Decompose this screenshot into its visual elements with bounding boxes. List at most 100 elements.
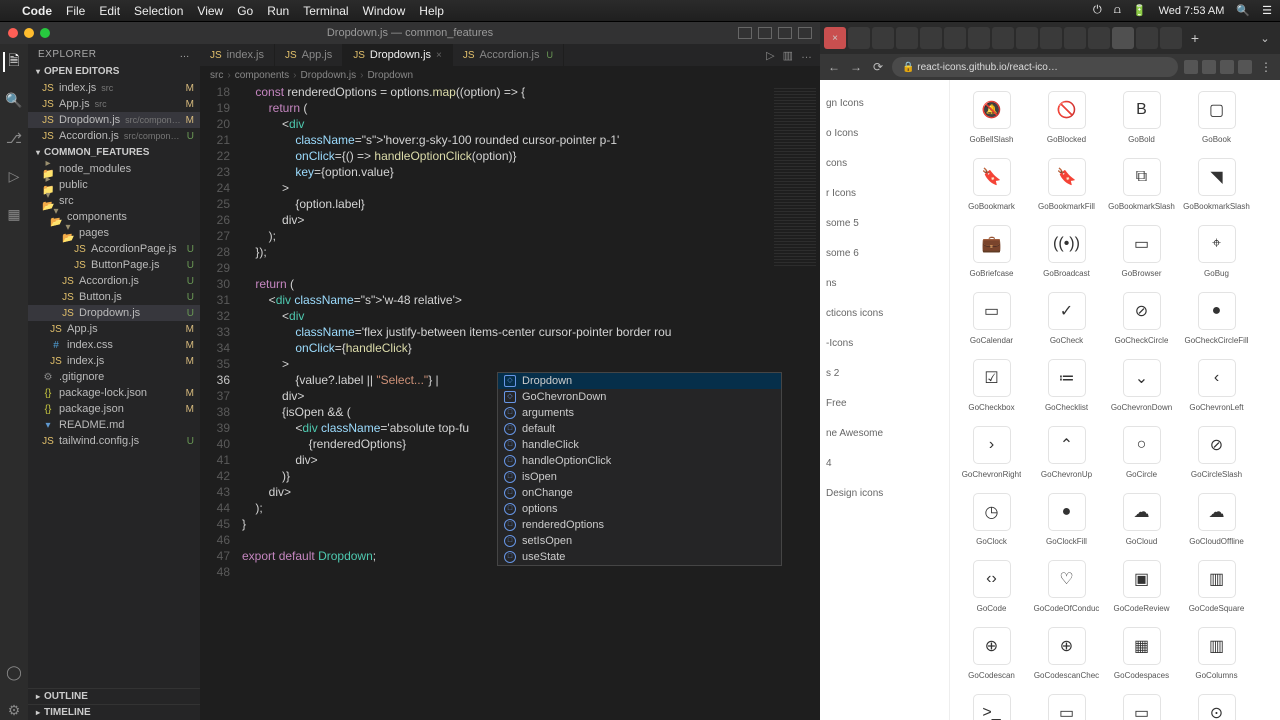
browser-tab[interactable] [944,27,966,49]
icon-grid-item[interactable]: ◷ GoClock [954,486,1029,553]
folder-item[interactable]: ▾ 📂 components [28,209,200,225]
editor-tab[interactable]: JS index.js M [200,44,275,66]
timeline-section[interactable]: TIMELINE [28,704,200,720]
breadcrumb-item[interactable]: Dropdown [367,70,413,81]
icon-category-item[interactable]: Free [826,388,943,418]
file-item[interactable]: JS App.js M [28,321,200,337]
browser-tab[interactable] [1088,27,1110,49]
settings-icon[interactable]: ⚙ [4,700,24,720]
source-control-icon[interactable]: ⎇ [4,128,24,148]
suggestion-item[interactable]: □handleOptionClick [498,453,781,469]
icon-categories-sidebar[interactable]: gn Iconso Iconsconsr Iconssome 5some 6ns… [820,80,950,720]
icon-category-item[interactable]: o Icons [826,118,943,148]
accounts-icon[interactable]: ◯ [4,662,24,682]
file-item[interactable]: JS AccordionPage.js U [28,241,200,257]
icon-grid-item[interactable]: 🚫 GoBlocked [1029,84,1104,151]
suggestion-item[interactable]: □renderedOptions [498,517,781,533]
menu-view[interactable]: View [197,4,223,18]
editor-tab[interactable]: JS Dropdown.js M × [343,44,453,66]
file-item[interactable]: JS Accordion.js U [28,273,200,289]
icon-grid-item[interactable]: ⊕ GoCodescan [954,620,1029,687]
editor-tab[interactable]: JS Accordion.js U [453,44,564,66]
icon-grid-item[interactable]: ✓ GoCheck [1029,285,1104,352]
icon-grid-item[interactable]: ⌃ GoChevronUp [1029,419,1104,486]
address-bar[interactable]: 🔒 react-icons.github.io/react-ico… [892,57,1178,77]
breadcrumb-item[interactable]: components [235,70,289,81]
suggestion-item[interactable]: ◇Dropdown [498,373,781,389]
suggestion-item[interactable]: ◇GoChevronDown [498,389,781,405]
control-center-icon[interactable]: ☰ [1262,4,1272,17]
icon-category-item[interactable]: ne Awesome [826,418,943,448]
icon-grid-item[interactable]: ⧉ GoBookmarkSlash [1104,151,1179,218]
browser-tab[interactable] [872,27,894,49]
suggestion-item[interactable]: □handleClick [498,437,781,453]
split-editor-icon[interactable]: ▥ [783,49,793,62]
extension-icon[interactable] [1238,60,1252,74]
file-item[interactable]: ⚙ .gitignore [28,369,200,385]
open-editor-item[interactable]: JS Dropdown.js src/compon… M [28,112,200,128]
reload-button[interactable]: ⟳ [870,60,886,74]
icon-grid-item[interactable]: 💼 GoBriefcase [954,218,1029,285]
icon-category-item[interactable]: -Icons [826,328,943,358]
icon-category-item[interactable]: Design icons [826,478,943,508]
breadcrumb-item[interactable]: Dropdown.js [301,70,357,81]
icon-category-item[interactable]: s 2 [826,358,943,388]
file-item[interactable]: JS index.js M [28,353,200,369]
suggestion-item[interactable]: □setIsOpen [498,533,781,549]
suggest-popup[interactable]: ◇Dropdown◇GoChevronDown□arguments□defaul… [497,372,782,566]
icon-grid-item[interactable]: ☁ GoCloudOffline [1179,486,1254,553]
file-item[interactable]: JS ButtonPage.js U [28,257,200,273]
run-icon[interactable]: ▷ [766,49,774,62]
icon-category-item[interactable]: some 5 [826,208,943,238]
browser-tab[interactable] [896,27,918,49]
suggestion-item[interactable]: □onChange [498,485,781,501]
explorer-more-icon[interactable]: … [180,49,191,60]
suggestion-item[interactable]: □isOpen [498,469,781,485]
icon-grid-item[interactable]: ☁ GoCloud [1104,486,1179,553]
menu-selection[interactable]: Selection [134,4,183,18]
extension-icon[interactable] [1202,60,1216,74]
menu-window[interactable]: Window [363,4,406,18]
icon-grid-item[interactable]: ▭ GoCommentDiscu [1104,687,1179,720]
layout-customize-icon[interactable] [798,27,812,39]
icon-category-item[interactable]: cticons icons [826,298,943,328]
icon-grid-item[interactable]: ▦ GoCodespaces [1104,620,1179,687]
browser-tab[interactable] [920,27,942,49]
icon-grid-item[interactable]: ‹› GoCode [954,553,1029,620]
run-debug-icon[interactable]: ▷ [4,166,24,186]
browser-tab[interactable] [1136,27,1158,49]
back-button[interactable]: ← [826,60,842,74]
icon-grid-item[interactable]: 🔖 GoBookmark [954,151,1029,218]
icon-grid-item[interactable]: ○ GoCircle [1104,419,1179,486]
browser-tab[interactable] [1064,27,1086,49]
browser-tab[interactable] [848,27,870,49]
icon-grid-item[interactable]: ▢ GoBook [1179,84,1254,151]
menu-edit[interactable]: Edit [99,4,120,18]
suggestion-item[interactable]: □useState [498,549,781,565]
suggestion-item[interactable]: □options [498,501,781,517]
icon-grid-item[interactable]: B GoBold [1104,84,1179,151]
explorer-icon[interactable]: 🗎 [3,52,23,72]
suggestion-item[interactable]: □default [498,421,781,437]
menu-file[interactable]: File [66,4,85,18]
file-item[interactable]: {} package-lock.json M [28,385,200,401]
browser-menu-icon[interactable]: ⋮ [1258,60,1274,74]
icon-category-item[interactable]: cons [826,148,943,178]
icon-grid-item[interactable]: ▥ GoCodeSquare [1179,553,1254,620]
icon-grid-item[interactable]: ☑ GoCheckbox [954,352,1029,419]
browser-tab-active[interactable] [1112,27,1134,49]
icon-grid-item[interactable]: ◥ GoBookmarkSlash [1179,151,1254,218]
icon-grid-item[interactable]: ▣ GoCodeReview [1104,553,1179,620]
icon-category-item[interactable]: gn Icons [826,88,943,118]
close-window-button[interactable] [8,28,18,38]
forward-button[interactable]: → [848,60,864,74]
tablist-menu-icon[interactable]: ⌄ [1254,32,1276,45]
open-editor-item[interactable]: JS index.js src M [28,80,200,96]
icon-grid-item[interactable]: ▭ GoComment [1029,687,1104,720]
icon-category-item[interactable]: ns [826,268,943,298]
icon-grid-item[interactable]: ≔ GoChecklist [1029,352,1104,419]
file-item[interactable]: JS Dropdown.js U [28,305,200,321]
menubar-clock[interactable]: Wed 7:53 AM [1159,5,1225,17]
browser-tab[interactable] [992,27,1014,49]
minimap[interactable] [770,84,820,384]
